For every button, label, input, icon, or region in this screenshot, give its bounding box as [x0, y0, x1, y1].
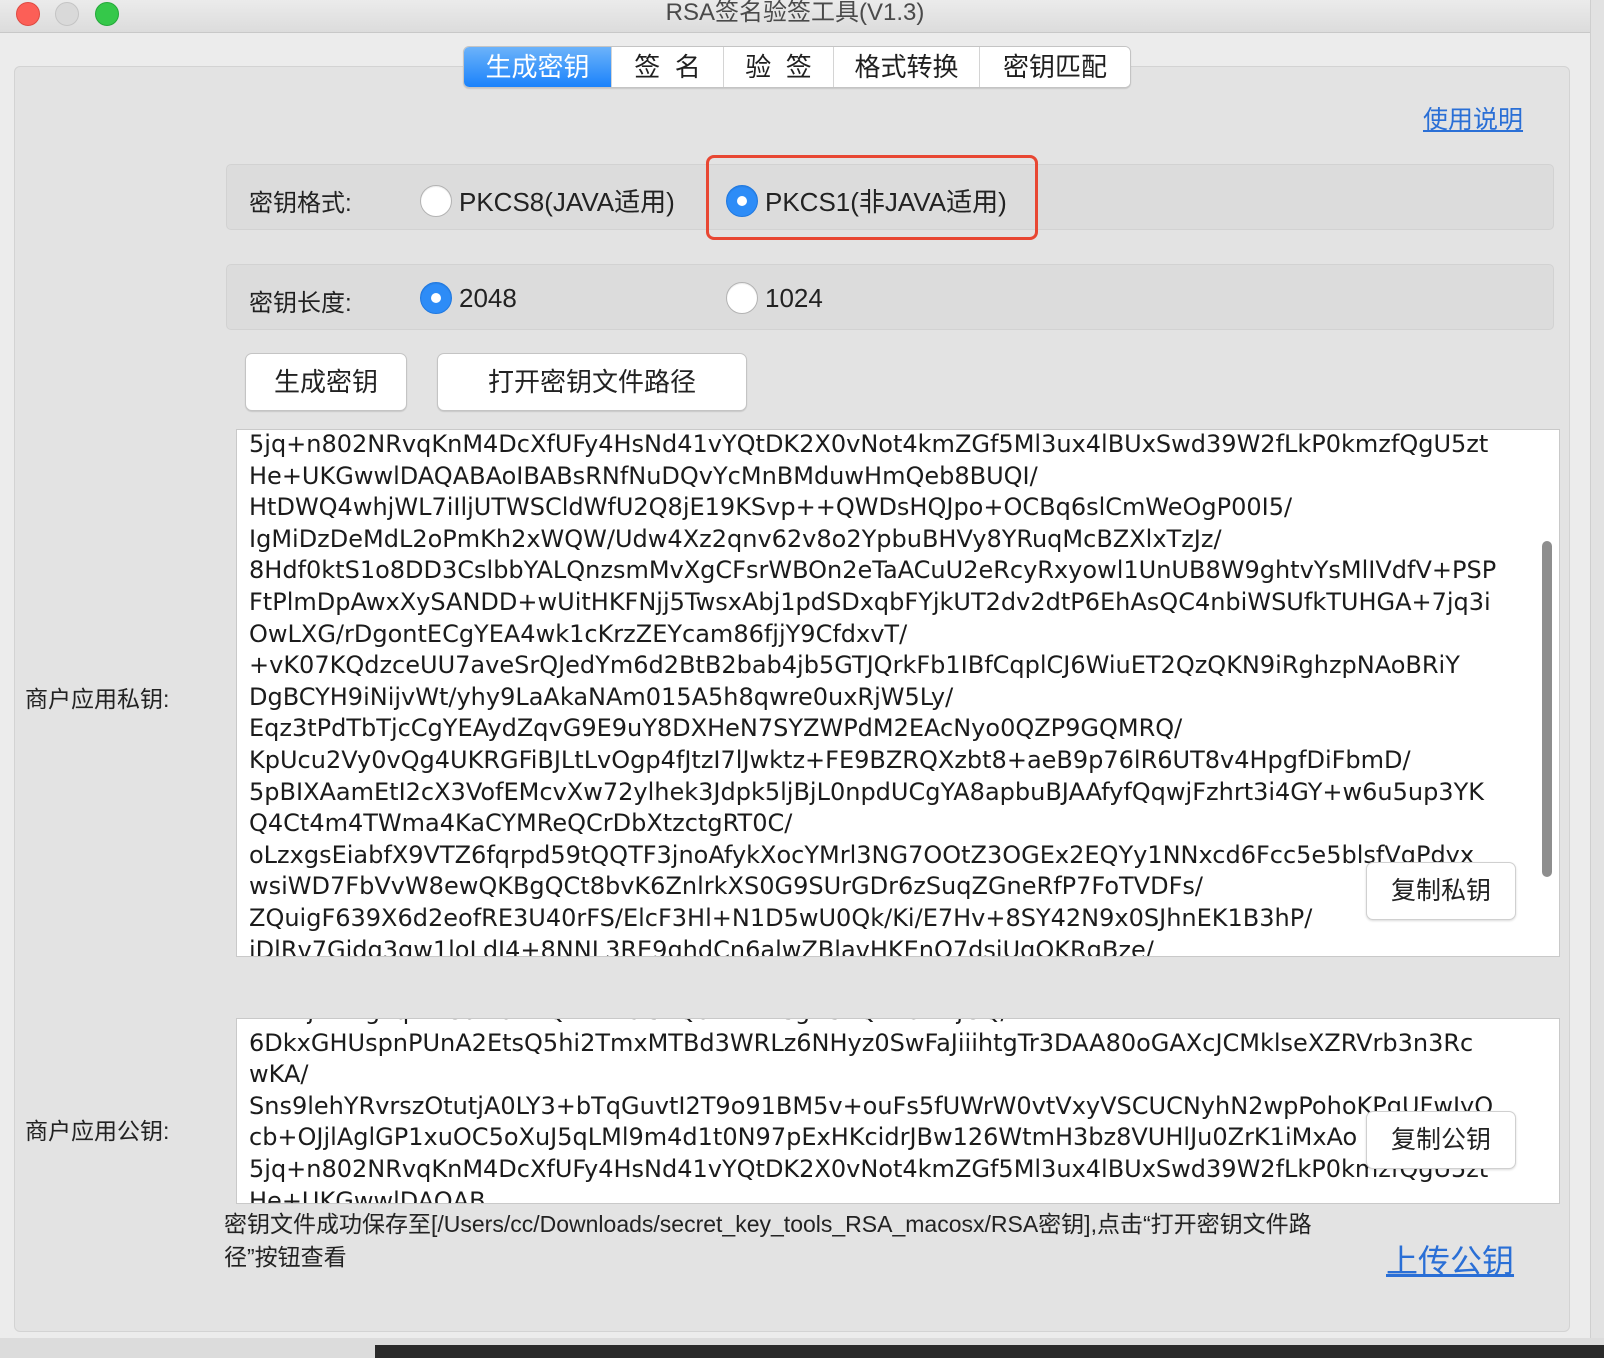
public-key-line: Sns9lehYRvrszOtutjA0LY3+bTqGuvtI2T9o91BM…	[249, 1091, 1494, 1120]
private-key-line: FtPlmDpAwxXySANDD+wUitHKFNjj5TwsxAbj1pdS…	[249, 587, 1491, 616]
public-key-line: 6DkxGHUspnPUnA2EtsQ5hi2TmxMTBd3WRLz6NHyz…	[249, 1028, 1474, 1057]
private-key-line: Q4Ct4m4TWma4KaCYMReQCrDbXtzctgRT0C/	[249, 809, 793, 838]
private-key-line: DgBCYH9iNijvWt/yhy9LaAkaNAm015A5h8qwre0u…	[249, 682, 954, 711]
private-key-line: OwLXG/rDgontECgYEA4wk1cKrzZEYcam86fjjY9C…	[249, 619, 908, 648]
public-key-line: wKA/	[249, 1060, 309, 1089]
private-key-line: HtDWQ4whjWL7iIljUTWSCldWfU2Q8jE19KSvp++Q…	[249, 493, 1293, 522]
private-key-line: Eqz3tPdTbTjcCgYEAydZqvG9E9uY8DXHeN7SYZWP…	[249, 714, 1183, 743]
private-key-line: iDlRv7Gidq3qw1loLdJ4+8NNL3RE9qhdCn6alwZB…	[249, 935, 1154, 957]
private-key-line: 5pBIXAamEtI2cX3VofEMcvXw72ylhek3Jdpk5ljB…	[249, 777, 1484, 806]
status-message: 密钥文件成功保存至[/Users/cc/Downloads/secret_key…	[224, 1211, 1312, 1270]
open-key-path-button[interactable]: 打开密钥文件路径	[437, 353, 747, 411]
private-key-line: KpUcu2Vy0vQg4UKRGFiBJLtLvOgp4fJtzI7lJwkt…	[249, 745, 1411, 774]
key-length-group: 密钥长度: 2048 1024	[226, 264, 1554, 330]
help-link[interactable]: 使用说明	[1423, 100, 1523, 136]
public-key-label: 商户应用公钥:	[25, 1118, 170, 1144]
window-title: RSA签名验签工具(V1.3)	[665, 0, 925, 26]
generate-key-button[interactable]: 生成密钥	[245, 353, 407, 411]
public-key-line: cb+OJjlAglGP1xuOC5oXuJ5qLMl9m4d1t0N97pEx…	[249, 1123, 1358, 1152]
desktop-background	[375, 1345, 1604, 1358]
public-key-text: MIIBIjANBgkqhkiG9w0BAQEFAAOCAQ8AMIIBCgKC…	[249, 1019, 1494, 1204]
tab-bar: 生成密钥 签 名 验 签 格式转换 密钥匹配	[463, 46, 1131, 88]
tab-format-convert[interactable]: 格式转换	[834, 47, 980, 87]
private-key-label: 商户应用私钥:	[25, 686, 170, 712]
copy-public-key-button[interactable]: 复制公钥	[1366, 1111, 1516, 1169]
radio-1024[interactable]: 1024	[726, 282, 823, 314]
public-key-textarea[interactable]: MIIBIjANBgkqhkiG9w0BAQEFAAOCAQ8AMIIBCgKC…	[236, 1018, 1560, 1204]
private-key-line: IgMiDzDeMdL2oPmKh2xWQW/Udw4Xz2qnv62v8o2Y…	[249, 524, 1222, 553]
public-key-line: MIIBIjANBgkqhkiG9w0BAQEFAAOCAQ8AMIIBCgKC…	[249, 1019, 1493, 1028]
private-key-line: oLzxgsEiabfX9VTZ6fqrpd59tQQTF3jnoAfykXoc…	[249, 840, 1475, 869]
radio-pkcs8-label: PKCS8(JAVA适用)	[459, 187, 675, 217]
radio-2048-circle[interactable]	[420, 282, 452, 314]
tab-key-match[interactable]: 密钥匹配	[980, 47, 1130, 87]
private-key-text: 5jq+n802NRvqKnM4DcXfUFy4HsNd41vYQtDK2X0v…	[249, 430, 1497, 957]
public-key-line: He+UKGwwlDAQAB	[249, 1186, 486, 1204]
radio-1024-circle[interactable]	[726, 282, 758, 314]
private-key-line: +vK07KQdzceUU7aveSrQJedYm6d2BtB2bab4jb5G…	[249, 651, 1460, 680]
radio-pkcs8-circle[interactable]	[420, 184, 452, 217]
radio-pkcs8[interactable]: PKCS8(JAVA适用)	[420, 182, 675, 219]
private-key-line: ZQuigF639X6d2eofRE3U40rFS/ElcF3Hl+N1D5wU…	[249, 903, 1313, 932]
copy-private-key-button[interactable]: 复制私钥	[1366, 862, 1516, 920]
private-key-line: He+UKGwwlDAQABAoIBABsRNfNuDQvYcMnBMduwHm…	[249, 461, 1038, 490]
upload-public-key-link[interactable]: 上传公钥	[1386, 1236, 1514, 1282]
public-key-line: 5jq+n802NRvqKnM4DcXfUFy4HsNd41vYQtDK2X0v…	[249, 1154, 1489, 1183]
radio-1024-label: 1024	[765, 282, 823, 313]
key-format-label: 密钥格式:	[249, 190, 352, 217]
private-key-line: wsiWD7FbVvW8ewQKBgQCt8bvK6ZnlrkXS0G9SUrG…	[249, 872, 1203, 901]
annotation-highlight-box	[706, 155, 1038, 240]
private-key-line: 8Hdf0ktS1o8DD3CslbbYALQnzsmMvXgCFsrWBOn2…	[249, 556, 1497, 585]
private-key-textarea[interactable]: 5jq+n802NRvqKnM4DcXfUFy4HsNd41vYQtDK2X0v…	[236, 429, 1560, 957]
app-window: RSA签名验签工具(V1.3) 生成密钥 签 名 验 签 格式转换 密钥匹配 使…	[0, 0, 1590, 1358]
tab-sign[interactable]: 签 名	[612, 47, 724, 87]
title-bar: RSA签名验签工具(V1.3)	[0, 0, 1590, 33]
tab-verify[interactable]: 验 签	[724, 47, 834, 87]
private-key-line: 5jq+n802NRvqKnM4DcXfUFy4HsNd41vYQtDK2X0v…	[249, 430, 1489, 458]
window-right-edge	[1590, 0, 1604, 1358]
radio-2048[interactable]: 2048	[420, 282, 517, 314]
key-length-label: 密钥长度:	[249, 290, 352, 317]
radio-2048-label: 2048	[459, 282, 517, 313]
private-key-scrollbar[interactable]	[1542, 541, 1552, 877]
tab-generate-key[interactable]: 生成密钥	[464, 47, 612, 87]
